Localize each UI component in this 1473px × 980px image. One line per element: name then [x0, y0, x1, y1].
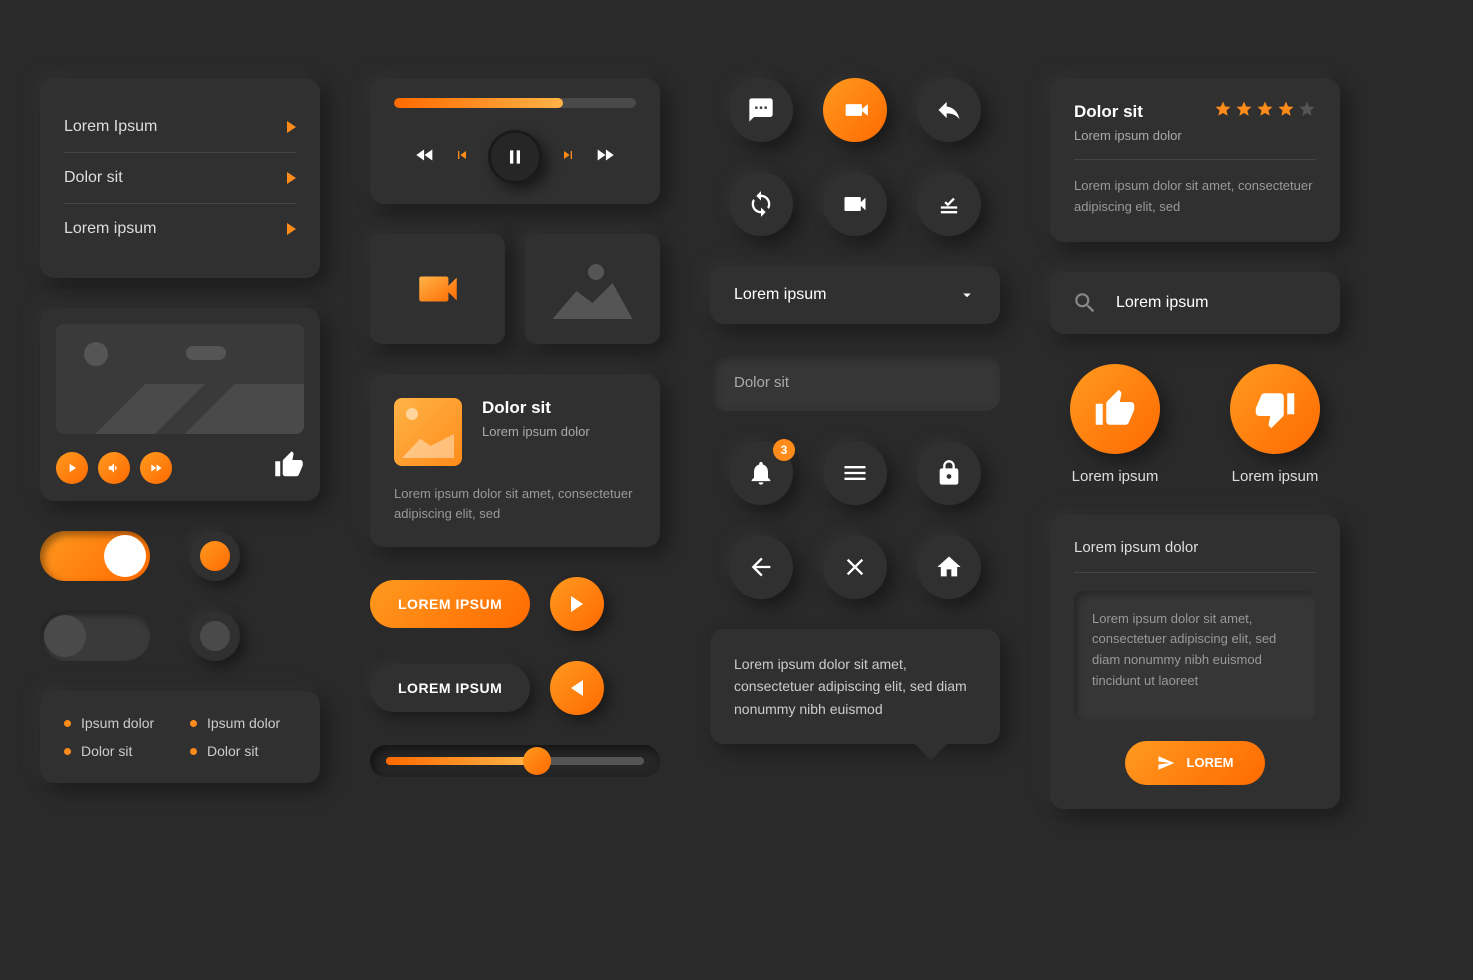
menu-icon[interactable] — [823, 441, 887, 505]
post-subtitle: Lorem ipsum dolor — [482, 424, 590, 439]
list-item: Dolor sit — [64, 743, 170, 759]
send-icon — [1157, 754, 1175, 772]
lock-icon[interactable] — [917, 441, 981, 505]
progress-bar[interactable] — [394, 98, 636, 108]
video-thumbnail[interactable] — [56, 324, 304, 434]
secondary-button[interactable]: LOREM IPSUM — [370, 664, 530, 712]
dropdown-label: Lorem ipsum — [734, 286, 826, 304]
video-icon[interactable] — [823, 172, 887, 236]
bullet-list-card: Ipsum dolor Ipsum dolor Dolor sit Dolor … — [40, 691, 320, 783]
slider-thumb[interactable] — [523, 747, 551, 775]
search-icon — [1072, 290, 1098, 316]
review-subtitle: Lorem ipsum dolor — [1074, 128, 1316, 160]
menu-item[interactable]: Lorem ipsum — [64, 204, 296, 254]
dropdown[interactable]: Lorem ipsum — [710, 266, 1000, 324]
prev-button[interactable] — [550, 661, 604, 715]
notification-badge: 3 — [773, 439, 795, 461]
next-icon[interactable] — [560, 147, 576, 168]
review-card: Dolor sit Lorem ipsum dolor Lorem ipsum … — [1050, 78, 1340, 242]
list-item: Ipsum dolor — [64, 715, 170, 731]
menu-label: Lorem ipsum — [64, 220, 156, 238]
like-icon[interactable] — [274, 450, 304, 485]
send-label: LOREM — [1187, 755, 1234, 770]
radio-off[interactable] — [190, 611, 240, 661]
post-card: Dolor sit Lorem ipsum dolor Lorem ipsum … — [370, 374, 660, 547]
post-thumbnail[interactable] — [394, 398, 462, 466]
menu-list: Lorem Ipsum Dolor sit Lorem ipsum — [40, 78, 320, 278]
text-input[interactable]: Dolor sit — [710, 354, 1000, 411]
search-placeholder: Lorem ipsum — [1116, 294, 1208, 312]
forward-button[interactable] — [140, 452, 172, 484]
clap-icon[interactable] — [917, 172, 981, 236]
menu-item[interactable]: Dolor sit — [64, 153, 296, 204]
megaphone-icon[interactable] — [823, 78, 887, 142]
play-button[interactable] — [56, 452, 88, 484]
menu-label: Lorem Ipsum — [64, 118, 157, 136]
refresh-icon[interactable] — [729, 172, 793, 236]
rating-stars — [1214, 100, 1316, 118]
volume-button[interactable] — [98, 452, 130, 484]
comment-heading: Lorem ipsum dolor — [1074, 539, 1316, 573]
home-icon[interactable] — [917, 535, 981, 599]
fast-forward-icon[interactable] — [594, 144, 616, 171]
menu-label: Dolor sit — [64, 169, 123, 187]
thumbs-up-button[interactable] — [1070, 364, 1160, 454]
chevron-right-icon — [287, 172, 296, 184]
review-body: Lorem ipsum dolor sit amet, consectetuer… — [1074, 176, 1316, 218]
video-card — [40, 308, 320, 501]
camera-tile[interactable] — [370, 234, 505, 344]
close-icon[interactable] — [823, 535, 887, 599]
comment-icon[interactable] — [729, 78, 793, 142]
image-placeholder-icon — [553, 259, 633, 319]
primary-button[interactable]: LOREM IPSUM — [370, 580, 530, 628]
prev-icon[interactable] — [454, 147, 470, 168]
downvote-label: Lorem ipsum — [1230, 468, 1320, 485]
radio-on[interactable] — [190, 531, 240, 581]
comment-textarea[interactable]: Lorem ipsum dolor sit amet, consectetuer… — [1074, 591, 1316, 721]
pause-button[interactable] — [488, 130, 542, 184]
list-item: Dolor sit — [190, 743, 296, 759]
tooltip: Lorem ipsum dolor sit amet, consectetuer… — [710, 629, 1000, 744]
toggle-on[interactable] — [40, 531, 150, 581]
media-player — [370, 78, 660, 204]
bell-icon[interactable]: 3 — [729, 441, 793, 505]
reply-icon[interactable] — [917, 78, 981, 142]
menu-item[interactable]: Lorem Ipsum — [64, 102, 296, 153]
chevron-right-icon — [287, 121, 296, 133]
post-body: Lorem ipsum dolor sit amet, consectetuer… — [394, 484, 636, 523]
chevron-down-icon — [958, 286, 976, 304]
slider[interactable] — [370, 745, 660, 777]
toggle-off[interactable] — [40, 611, 150, 661]
next-button[interactable] — [550, 577, 604, 631]
chevron-right-icon — [287, 223, 296, 235]
upvote-label: Lorem ipsum — [1070, 468, 1160, 485]
image-tile[interactable] — [525, 234, 660, 344]
list-item: Ipsum dolor — [190, 715, 296, 731]
search-input[interactable]: Lorem ipsum — [1050, 272, 1340, 334]
post-title: Dolor sit — [482, 398, 590, 418]
send-button[interactable]: LOREM — [1125, 741, 1265, 785]
thumbs-down-button[interactable] — [1230, 364, 1320, 454]
back-icon[interactable] — [729, 535, 793, 599]
rewind-icon[interactable] — [414, 144, 436, 171]
comment-box: Lorem ipsum dolor Lorem ipsum dolor sit … — [1050, 515, 1340, 809]
